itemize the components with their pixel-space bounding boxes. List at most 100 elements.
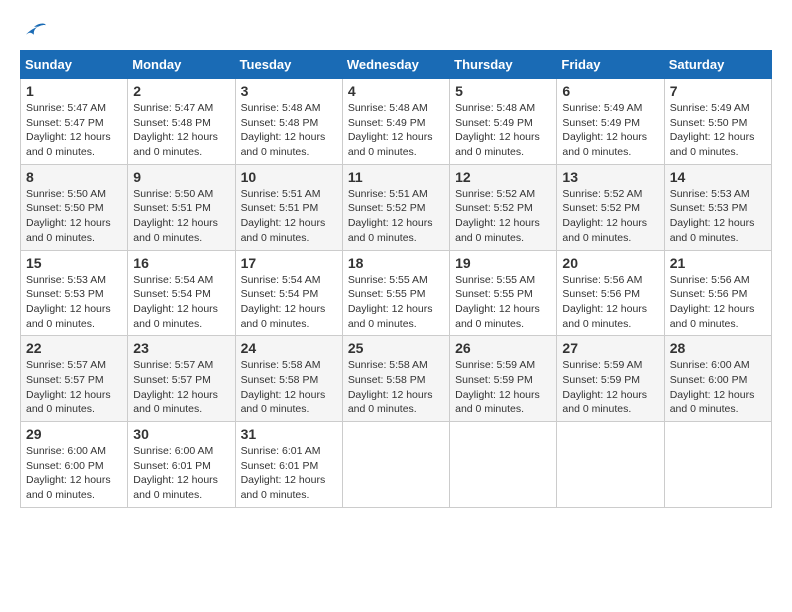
calendar-cell: 2 Sunrise: 5:47 AM Sunset: 5:48 PM Dayli…: [128, 79, 235, 165]
sunset-label: Sunset: 5:53 PM: [670, 202, 748, 214]
daylight-label: Daylight: 12 hours and 0 minutes.: [455, 131, 540, 158]
day-info: Sunrise: 5:57 AM Sunset: 5:57 PM Dayligh…: [133, 358, 229, 417]
calendar-week-4: 22 Sunrise: 5:57 AM Sunset: 5:57 PM Dayl…: [21, 336, 772, 422]
day-info: Sunrise: 5:51 AM Sunset: 5:52 PM Dayligh…: [348, 187, 444, 246]
sunset-label: Sunset: 6:01 PM: [133, 460, 211, 472]
daylight-label: Daylight: 12 hours and 0 minutes.: [455, 217, 540, 244]
calendar-cell: 11 Sunrise: 5:51 AM Sunset: 5:52 PM Dayl…: [342, 164, 449, 250]
daylight-label: Daylight: 12 hours and 0 minutes.: [670, 303, 755, 330]
daylight-label: Daylight: 12 hours and 0 minutes.: [348, 131, 433, 158]
calendar-cell: 8 Sunrise: 5:50 AM Sunset: 5:50 PM Dayli…: [21, 164, 128, 250]
calendar-cell: 10 Sunrise: 5:51 AM Sunset: 5:51 PM Dayl…: [235, 164, 342, 250]
day-number: 17: [241, 255, 337, 271]
sunrise-label: Sunrise: 5:59 AM: [455, 359, 535, 371]
sunset-label: Sunset: 5:55 PM: [348, 288, 426, 300]
daylight-label: Daylight: 12 hours and 0 minutes.: [348, 389, 433, 416]
calendar-header-friday: Friday: [557, 51, 664, 79]
calendar-cell: 14 Sunrise: 5:53 AM Sunset: 5:53 PM Dayl…: [664, 164, 771, 250]
day-number: 1: [26, 83, 122, 99]
day-number: 22: [26, 340, 122, 356]
daylight-label: Daylight: 12 hours and 0 minutes.: [133, 131, 218, 158]
sunset-label: Sunset: 5:59 PM: [562, 374, 640, 386]
sunrise-label: Sunrise: 6:00 AM: [670, 359, 750, 371]
sunset-label: Sunset: 5:59 PM: [455, 374, 533, 386]
calendar-header-monday: Monday: [128, 51, 235, 79]
day-info: Sunrise: 5:52 AM Sunset: 5:52 PM Dayligh…: [562, 187, 658, 246]
day-number: 21: [670, 255, 766, 271]
daylight-label: Daylight: 12 hours and 0 minutes.: [670, 217, 755, 244]
day-info: Sunrise: 6:00 AM Sunset: 6:01 PM Dayligh…: [133, 444, 229, 503]
day-number: 31: [241, 426, 337, 442]
daylight-label: Daylight: 12 hours and 0 minutes.: [348, 217, 433, 244]
sunset-label: Sunset: 5:47 PM: [26, 117, 104, 129]
calendar-body: 1 Sunrise: 5:47 AM Sunset: 5:47 PM Dayli…: [21, 79, 772, 508]
calendar-cell: 6 Sunrise: 5:49 AM Sunset: 5:49 PM Dayli…: [557, 79, 664, 165]
day-info: Sunrise: 5:50 AM Sunset: 5:50 PM Dayligh…: [26, 187, 122, 246]
day-info: Sunrise: 5:48 AM Sunset: 5:48 PM Dayligh…: [241, 101, 337, 160]
day-info: Sunrise: 5:54 AM Sunset: 5:54 PM Dayligh…: [133, 273, 229, 332]
calendar-cell: 25 Sunrise: 5:58 AM Sunset: 5:58 PM Dayl…: [342, 336, 449, 422]
calendar-cell: [557, 422, 664, 508]
day-info: Sunrise: 5:56 AM Sunset: 5:56 PM Dayligh…: [562, 273, 658, 332]
day-info: Sunrise: 5:52 AM Sunset: 5:52 PM Dayligh…: [455, 187, 551, 246]
sunrise-label: Sunrise: 5:48 AM: [241, 102, 321, 114]
day-info: Sunrise: 5:55 AM Sunset: 5:55 PM Dayligh…: [455, 273, 551, 332]
sunrise-label: Sunrise: 6:01 AM: [241, 445, 321, 457]
sunset-label: Sunset: 5:49 PM: [348, 117, 426, 129]
daylight-label: Daylight: 12 hours and 0 minutes.: [670, 131, 755, 158]
day-info: Sunrise: 5:53 AM Sunset: 5:53 PM Dayligh…: [670, 187, 766, 246]
day-info: Sunrise: 5:56 AM Sunset: 5:56 PM Dayligh…: [670, 273, 766, 332]
calendar-cell: 17 Sunrise: 5:54 AM Sunset: 5:54 PM Dayl…: [235, 250, 342, 336]
sunrise-label: Sunrise: 6:00 AM: [133, 445, 213, 457]
day-info: Sunrise: 5:48 AM Sunset: 5:49 PM Dayligh…: [348, 101, 444, 160]
sunrise-label: Sunrise: 5:56 AM: [670, 274, 750, 286]
calendar-header-wednesday: Wednesday: [342, 51, 449, 79]
sunset-label: Sunset: 5:52 PM: [562, 202, 640, 214]
day-info: Sunrise: 5:47 AM Sunset: 5:47 PM Dayligh…: [26, 101, 122, 160]
daylight-label: Daylight: 12 hours and 0 minutes.: [348, 303, 433, 330]
calendar-cell: 24 Sunrise: 5:58 AM Sunset: 5:58 PM Dayl…: [235, 336, 342, 422]
day-info: Sunrise: 5:47 AM Sunset: 5:48 PM Dayligh…: [133, 101, 229, 160]
daylight-label: Daylight: 12 hours and 0 minutes.: [455, 389, 540, 416]
daylight-label: Daylight: 12 hours and 0 minutes.: [133, 474, 218, 501]
day-info: Sunrise: 6:00 AM Sunset: 6:00 PM Dayligh…: [670, 358, 766, 417]
sunrise-label: Sunrise: 5:58 AM: [348, 359, 428, 371]
sunset-label: Sunset: 5:52 PM: [455, 202, 533, 214]
sunset-label: Sunset: 5:58 PM: [241, 374, 319, 386]
sunrise-label: Sunrise: 5:54 AM: [241, 274, 321, 286]
sunrise-label: Sunrise: 5:50 AM: [133, 188, 213, 200]
day-number: 25: [348, 340, 444, 356]
day-number: 19: [455, 255, 551, 271]
calendar-cell: 18 Sunrise: 5:55 AM Sunset: 5:55 PM Dayl…: [342, 250, 449, 336]
daylight-label: Daylight: 12 hours and 0 minutes.: [241, 303, 326, 330]
sunrise-label: Sunrise: 5:47 AM: [26, 102, 106, 114]
daylight-label: Daylight: 12 hours and 0 minutes.: [133, 389, 218, 416]
calendar-cell: 3 Sunrise: 5:48 AM Sunset: 5:48 PM Dayli…: [235, 79, 342, 165]
day-number: 3: [241, 83, 337, 99]
sunrise-label: Sunrise: 5:48 AM: [455, 102, 535, 114]
day-number: 20: [562, 255, 658, 271]
sunrise-label: Sunrise: 5:51 AM: [241, 188, 321, 200]
day-number: 14: [670, 169, 766, 185]
calendar-cell: 4 Sunrise: 5:48 AM Sunset: 5:49 PM Dayli…: [342, 79, 449, 165]
day-info: Sunrise: 5:48 AM Sunset: 5:49 PM Dayligh…: [455, 101, 551, 160]
sunrise-label: Sunrise: 5:49 AM: [670, 102, 750, 114]
day-number: 8: [26, 169, 122, 185]
day-number: 13: [562, 169, 658, 185]
calendar-cell: [664, 422, 771, 508]
calendar-cell: 12 Sunrise: 5:52 AM Sunset: 5:52 PM Dayl…: [450, 164, 557, 250]
calendar-cell: 15 Sunrise: 5:53 AM Sunset: 5:53 PM Dayl…: [21, 250, 128, 336]
day-number: 9: [133, 169, 229, 185]
calendar-cell: 7 Sunrise: 5:49 AM Sunset: 5:50 PM Dayli…: [664, 79, 771, 165]
sunrise-label: Sunrise: 5:57 AM: [133, 359, 213, 371]
sunrise-label: Sunrise: 5:52 AM: [455, 188, 535, 200]
sunset-label: Sunset: 5:54 PM: [133, 288, 211, 300]
daylight-label: Daylight: 12 hours and 0 minutes.: [26, 303, 111, 330]
day-info: Sunrise: 5:50 AM Sunset: 5:51 PM Dayligh…: [133, 187, 229, 246]
day-info: Sunrise: 5:59 AM Sunset: 5:59 PM Dayligh…: [562, 358, 658, 417]
daylight-label: Daylight: 12 hours and 0 minutes.: [562, 303, 647, 330]
daylight-label: Daylight: 12 hours and 0 minutes.: [26, 217, 111, 244]
sunset-label: Sunset: 5:56 PM: [670, 288, 748, 300]
calendar-cell: 31 Sunrise: 6:01 AM Sunset: 6:01 PM Dayl…: [235, 422, 342, 508]
sunset-label: Sunset: 5:52 PM: [348, 202, 426, 214]
